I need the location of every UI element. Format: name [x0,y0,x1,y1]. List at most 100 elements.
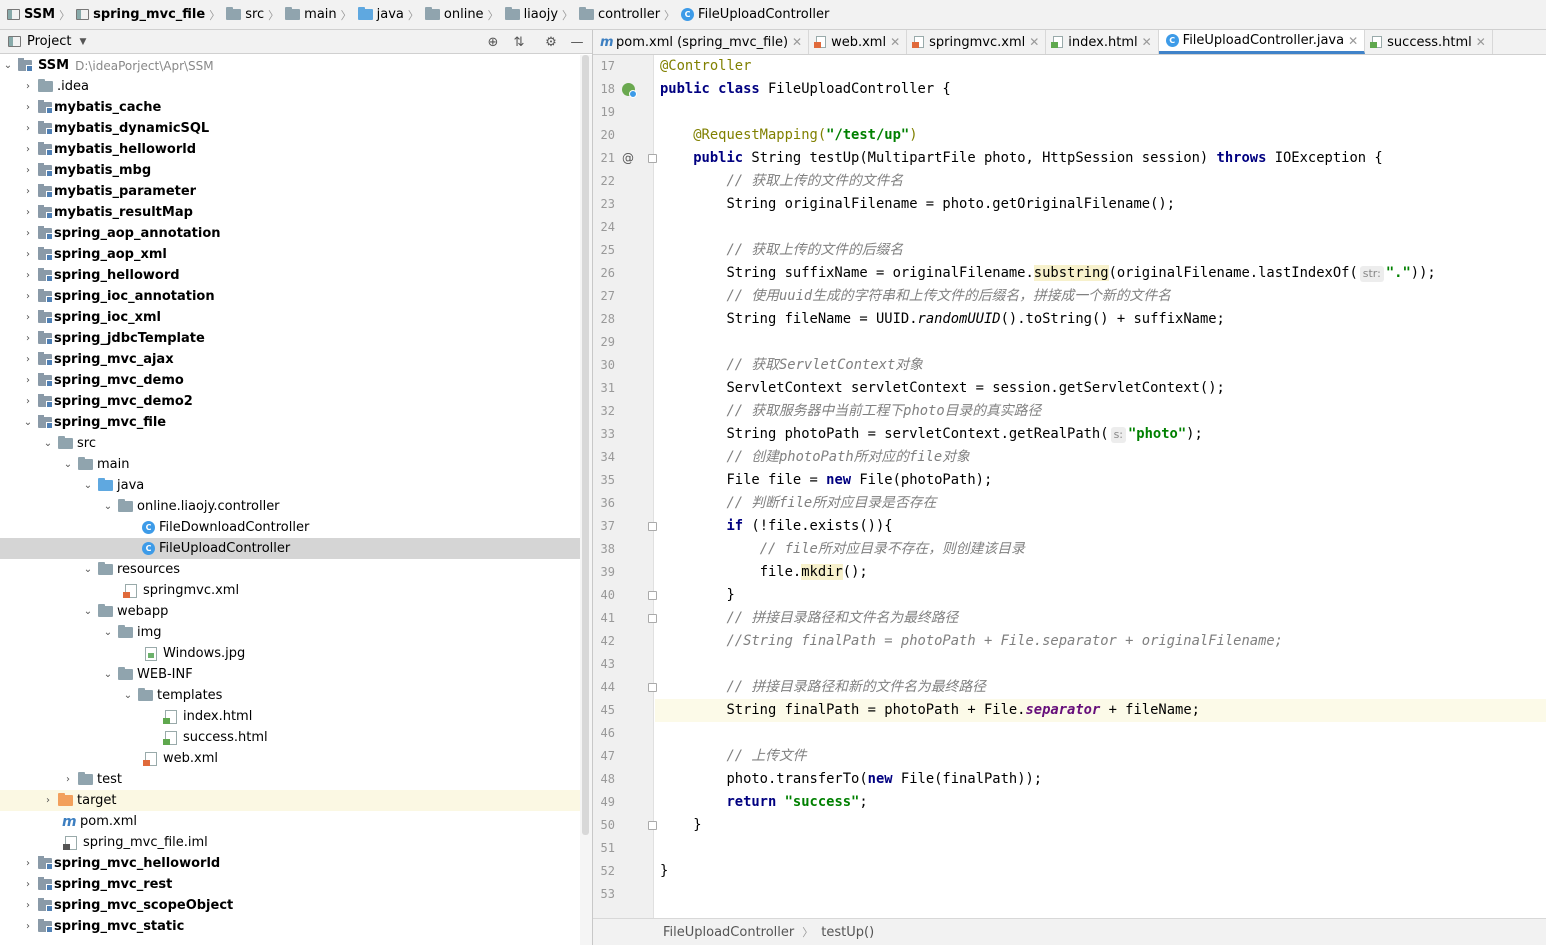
tree-node[interactable]: ⌄ WEB-INF [0,664,580,685]
code-area[interactable]: @Controller public class FileUploadContr… [655,55,1546,918]
breadcrumb-java[interactable]: java [355,0,407,29]
chevron-down-icon[interactable]: ⌄ [62,459,74,470]
tree-node[interactable]: › .idea [0,76,580,97]
close-icon[interactable]: ✕ [890,35,900,49]
tree-node[interactable]: springmvc.xml [0,580,580,601]
tab-index-html[interactable]: index.html ✕ [1046,30,1159,54]
tree-node[interactable]: › test [0,769,580,790]
tree-node[interactable]: › mybatis_cache [0,97,580,118]
tree-node[interactable]: success.html [0,727,580,748]
chevron-down-icon[interactable]: ⌄ [22,417,34,428]
tree-node[interactable]: › spring_mvc_rest [0,874,580,895]
breadcrumb-controller[interactable]: controller [576,0,663,29]
tree-node[interactable]: ⌄ java [0,475,580,496]
spring-bean-icon[interactable] [620,78,637,101]
chevron-right-icon[interactable]: › [22,879,34,890]
tree-node[interactable]: C FileDownloadController [0,517,580,538]
tree-node[interactable]: › mybatis_resultMap [0,202,580,223]
close-icon[interactable]: ✕ [1029,35,1039,49]
tree-node[interactable]: › spring_mvc_static [0,916,580,937]
tree-node-root[interactable]: ⌄ SSM D:\ideaPorject\Apr\SSM [0,55,580,76]
tree-node[interactable]: › spring_ioc_annotation [0,286,580,307]
tree-node[interactable]: › spring_aop_xml [0,244,580,265]
tree-node[interactable]: ⌄ spring_mvc_file [0,412,580,433]
close-icon[interactable]: ✕ [1476,35,1486,49]
code-editor[interactable]: 17 18 19 20 21 22 23 24 25 26 27 28 29 3… [593,55,1546,918]
chevron-down-icon[interactable]: ⌄ [2,60,14,71]
caret-down-icon[interactable]: ▼ [79,37,86,47]
chevron-right-icon[interactable]: › [22,900,34,911]
tree-node[interactable]: › spring_mvc_scopeObject [0,895,580,916]
chevron-right-icon[interactable]: › [22,354,34,365]
tab-pom-xml[interactable]: m pom.xml (spring_mvc_file) ✕ [593,30,810,54]
chevron-right-icon[interactable]: › [62,774,74,785]
breadcrumb-project[interactable]: SSM [4,0,58,29]
tab-web-xml[interactable]: web.xml ✕ [809,30,908,54]
chevron-down-icon[interactable]: ⌄ [102,627,114,638]
scrollbar-thumb[interactable] [582,55,589,835]
project-view-selector[interactable]: Project [27,34,71,49]
collapse-all-icon[interactable]: ⇅ [510,33,528,51]
breadcrumb-method[interactable]: testUp() [821,925,874,940]
chevron-right-icon[interactable]: › [22,102,34,113]
locate-icon[interactable]: ⊕ [484,33,502,51]
tree-node[interactable]: index.html [0,706,580,727]
chevron-right-icon[interactable]: › [22,333,34,344]
tree-node[interactable]: spring_mvc_file.iml [0,832,580,853]
breadcrumb-src[interactable]: src [223,0,267,29]
chevron-down-icon[interactable]: ⌄ [82,480,94,491]
chevron-right-icon[interactable]: › [22,165,34,176]
chevron-right-icon[interactable]: › [22,249,34,260]
tree-node[interactable]: › spring_jdbcTemplate [0,328,580,349]
tree-node[interactable]: › spring_ioc_xml [0,307,580,328]
close-icon[interactable]: ✕ [1142,35,1152,49]
close-icon[interactable]: ✕ [1348,34,1358,48]
gear-icon[interactable]: ⚙ [542,33,560,51]
tree-node[interactable]: ⌄ main [0,454,580,475]
tab-fileuploadcontroller-java[interactable]: C FileUploadController.java ✕ [1158,30,1366,54]
tree-node[interactable]: › mybatis_helloworld [0,139,580,160]
breadcrumb-class[interactable]: C FileUploadController [678,0,832,29]
chevron-right-icon[interactable]: › [22,144,34,155]
tree-node[interactable]: › spring_mvc_ajax [0,349,580,370]
chevron-right-icon[interactable]: › [22,312,34,323]
tree-node[interactable]: › spring_mvc_demo [0,370,580,391]
breadcrumb-main[interactable]: main [282,0,339,29]
request-mapping-icon[interactable]: @ [620,147,636,170]
tree-node[interactable]: m pom.xml [0,811,580,832]
tree-node[interactable]: ⌄ templates [0,685,580,706]
chevron-down-icon[interactable]: ⌄ [42,438,54,449]
chevron-down-icon[interactable]: ⌄ [102,501,114,512]
tree-node[interactable]: › mybatis_parameter [0,181,580,202]
chevron-right-icon[interactable]: › [42,795,54,806]
tree-node[interactable]: › mybatis_dynamicSQL [0,118,580,139]
chevron-down-icon[interactable]: ⌄ [122,690,134,701]
tree-scrollbar[interactable] [580,55,592,945]
chevron-right-icon[interactable]: › [22,375,34,386]
chevron-down-icon[interactable]: ⌄ [102,669,114,680]
chevron-right-icon[interactable]: › [22,270,34,281]
breadcrumb-online[interactable]: online [422,0,487,29]
tab-springmvc-xml[interactable]: springmvc.xml ✕ [907,30,1047,54]
tab-success-html[interactable]: success.html ✕ [1365,30,1493,54]
chevron-down-icon[interactable]: ⌄ [82,606,94,617]
chevron-right-icon[interactable]: › [22,858,34,869]
breadcrumb-module[interactable]: spring_mvc_file [73,0,208,29]
chevron-right-icon[interactable]: › [22,186,34,197]
chevron-down-icon[interactable]: ⌄ [82,564,94,575]
tree-node[interactable]: ⌄ online.liaojy.controller [0,496,580,517]
chevron-right-icon[interactable]: › [22,921,34,932]
tree-node[interactable]: › spring_helloword [0,265,580,286]
tree-node[interactable]: ⌄ webapp [0,601,580,622]
tree-node-selected[interactable]: C FileUploadController [0,538,580,559]
close-icon[interactable]: ✕ [792,35,802,49]
tree-node[interactable]: ⌄ src [0,433,580,454]
tree-node[interactable]: › target [0,790,580,811]
tree-node[interactable]: › spring_mvc_helloworld [0,853,580,874]
chevron-right-icon[interactable]: › [22,291,34,302]
tree-node[interactable]: Windows.jpg [0,643,580,664]
minimize-icon[interactable]: — [568,33,586,51]
chevron-right-icon[interactable]: › [22,228,34,239]
tree-node[interactable]: › mybatis_mbg [0,160,580,181]
tree-node[interactable]: web.xml [0,748,580,769]
